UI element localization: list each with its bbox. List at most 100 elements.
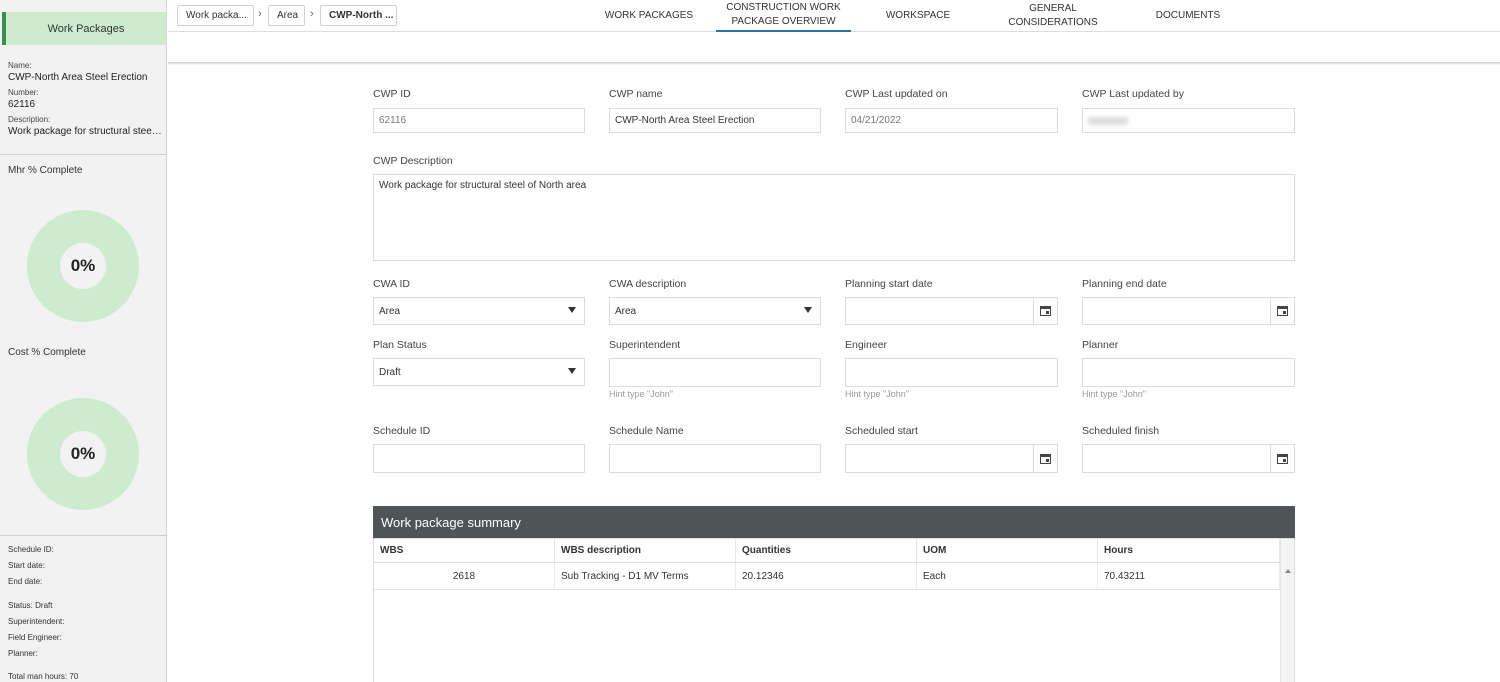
redacted-value — [1088, 116, 1128, 125]
superintendent-hint: Hint type "John" — [609, 389, 673, 399]
mhr-donut-chart: 0% — [27, 210, 139, 322]
schedule-name-label: Schedule Name — [609, 425, 684, 437]
scheduled-finish-date-field[interactable] — [1082, 444, 1295, 473]
description-value: Work package for structural steel … — [8, 126, 163, 137]
breadcrumb-separator: › — [310, 8, 314, 20]
breadcrumb-work-packages[interactable]: Work packa... — [177, 5, 254, 26]
planning-start-label: Planning start date — [845, 278, 933, 290]
superintendent-meta: Superintendent: — [8, 617, 65, 626]
plan-status-label: Plan Status — [373, 339, 427, 351]
scheduled-finish-label: Scheduled finish — [1082, 425, 1160, 437]
sidebar-tab-work-packages[interactable]: Work Packages — [2, 12, 166, 45]
tab-documents[interactable]: DOCUMENTS — [1138, 0, 1238, 32]
planning-end-label: Planning end date — [1082, 278, 1167, 290]
planner-label: Planner — [1082, 339, 1119, 351]
planning-start-date-field[interactable] — [845, 297, 1058, 325]
cwa-description-select[interactable]: Area — [609, 297, 821, 325]
cwa-id-select[interactable]: Area — [373, 297, 585, 325]
breadcrumb-separator: › — [258, 8, 262, 20]
table-cell-hours[interactable]: 70.43211 — [1098, 563, 1280, 590]
planner-meta: Planner: — [8, 649, 38, 658]
schedule-id-label: Schedule ID — [373, 425, 431, 437]
cwa-description-value: Area — [615, 305, 637, 317]
cwa-id-value: Area — [379, 305, 401, 317]
column-header-uom[interactable]: UOM — [917, 539, 1098, 563]
tab-general-line2: CONSIDERATIONS — [1008, 17, 1098, 28]
cwp-id-field: 62116 — [373, 108, 585, 133]
superintendent-field[interactable] — [609, 358, 821, 387]
work-package-summary-table: WBS WBS description Quantities UOM Hours… — [373, 538, 1295, 682]
schedule-id-field[interactable] — [373, 444, 585, 473]
plan-status-select[interactable]: Draft — [373, 358, 585, 386]
cwp-description-label: CWP Description — [373, 155, 453, 167]
tab-general-considerations[interactable]: GENERAL CONSIDERATIONS — [998, 0, 1108, 32]
scheduled-start-date-field[interactable] — [845, 444, 1058, 473]
end-date-meta: End date: — [8, 577, 43, 586]
work-package-summary-header: Work package summary — [373, 506, 1295, 538]
plan-status-value: Draft — [379, 366, 401, 378]
chevron-down-icon — [568, 307, 576, 313]
cost-complete-title: Cost % Complete — [8, 347, 86, 358]
calendar-icon-button[interactable] — [1270, 445, 1294, 472]
calendar-icon — [1277, 306, 1288, 316]
engineer-hint: Hint type "John" — [845, 389, 909, 399]
table-cell-uom[interactable]: Each — [917, 563, 1098, 590]
schedule-name-field[interactable] — [609, 444, 821, 473]
table-scrollbar[interactable] — [1280, 539, 1294, 682]
calendar-icon-button[interactable] — [1033, 298, 1057, 324]
calendar-icon-button[interactable] — [1270, 298, 1294, 324]
cwa-id-label: CWA ID — [373, 278, 410, 290]
column-header-wbs-description[interactable]: WBS description — [555, 539, 736, 563]
sidebar-divider — [0, 154, 167, 155]
chevron-down-icon — [568, 368, 576, 374]
table-cell-wbs[interactable]: 2618 — [374, 563, 555, 590]
engineer-label: Engineer — [845, 339, 888, 351]
cost-donut-value: 0% — [60, 431, 106, 477]
column-header-quantities[interactable]: Quantities — [736, 539, 917, 563]
cwp-name-field[interactable]: CWP-North Area Steel Erection — [609, 108, 821, 133]
updated-on-field: 04/21/2022 — [845, 108, 1058, 133]
field-engineer-meta: Field Engineer: — [8, 633, 62, 642]
name-label: Name: — [8, 61, 32, 70]
mhr-donut-value: 0% — [60, 243, 106, 289]
cost-donut-chart: 0% — [27, 398, 139, 510]
breadcrumb-cwp[interactable]: CWP-North ... — [320, 5, 397, 26]
schedule-meta: Schedule ID: Start date: End date: — [8, 542, 54, 590]
package-info: Name: CWP-North Area Steel Erection Numb… — [8, 60, 163, 141]
mhr-complete-title: Mhr % Complete — [8, 165, 83, 176]
table-cell-quantities[interactable]: 20.12346 — [736, 563, 917, 590]
start-date-meta: Start date: — [8, 561, 45, 570]
planning-end-date-field[interactable] — [1082, 297, 1295, 325]
total-man-hours: Total man hours: 70 — [8, 672, 79, 681]
tab-workspace[interactable]: WORKSPACE — [868, 0, 968, 32]
engineer-field[interactable] — [845, 358, 1058, 387]
breadcrumb-area[interactable]: Area — [268, 5, 305, 26]
status-meta: Status: Draft Superintendent: Field Engi… — [8, 598, 65, 662]
cwp-description-textarea[interactable]: Work package for structural steel of Nor… — [373, 174, 1295, 261]
calendar-icon — [1040, 453, 1051, 464]
tab-general-line1: GENERAL — [1029, 3, 1077, 14]
tab-construction-work-package-overview[interactable]: CONSTRUCTION WORK PACKAGE OVERVIEW — [716, 0, 851, 32]
updated-on-label: CWP Last updated on — [845, 88, 948, 100]
planner-field[interactable] — [1082, 358, 1295, 387]
top-nav-bar: Work packa... › Area › CWP-North ... WOR… — [168, 0, 1500, 32]
name-value: CWP-North Area Steel Erection — [8, 72, 148, 83]
table-cell-wbs-description[interactable]: Sub Tracking - D1 MV Terms — [555, 563, 736, 590]
cwp-name-label: CWP name — [609, 88, 663, 100]
calendar-icon-button[interactable] — [1033, 445, 1057, 472]
sidebar-divider — [0, 535, 167, 536]
updated-by-field — [1082, 108, 1295, 133]
planner-hint: Hint type "John" — [1082, 389, 1146, 399]
column-header-wbs[interactable]: WBS — [374, 539, 555, 563]
tab-work-packages[interactable]: WORK PACKAGES — [598, 0, 700, 32]
number-value: 62116 — [8, 99, 36, 110]
column-header-hours[interactable]: Hours — [1098, 539, 1280, 563]
tab-overview-line2: PACKAGE OVERVIEW — [731, 16, 836, 27]
description-label: Description: — [8, 115, 51, 124]
scheduled-start-label: Scheduled start — [845, 425, 918, 437]
header-shadow — [168, 62, 1500, 65]
scroll-up-icon[interactable] — [1285, 569, 1291, 573]
chevron-down-icon — [804, 307, 812, 313]
tab-overview-line1: CONSTRUCTION WORK — [726, 2, 841, 13]
schedule-id-meta: Schedule ID: — [8, 545, 54, 554]
